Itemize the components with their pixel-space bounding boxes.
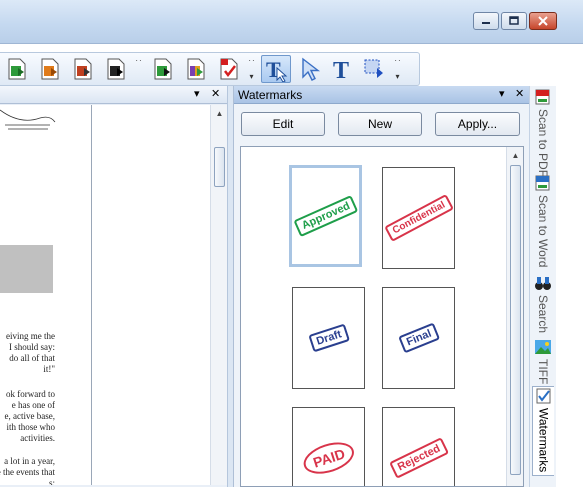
watermarks-panel: Watermarks ▾ ✕ Edit New Apply... Approve… (233, 86, 530, 487)
restore-button[interactable] (501, 12, 527, 30)
document-pane-header: ▾ ✕ (0, 86, 231, 104)
tab-label: Scan to Word (536, 195, 550, 268)
combine-media-button[interactable] (181, 55, 211, 83)
watermark-check-icon (536, 388, 550, 404)
watermarks-panel-title: Watermarks (238, 88, 303, 102)
restore-icon (509, 16, 519, 25)
tab-tiff[interactable]: TIFF (532, 338, 554, 384)
minimize-button[interactable] (473, 12, 499, 30)
watermark-item-confidential[interactable]: Confidential (382, 167, 455, 269)
watermark-item-rejected[interactable]: Rejected (382, 407, 455, 486)
watermark-item-final[interactable]: Final (382, 287, 455, 389)
svg-text:T: T (333, 58, 349, 82)
tiff-image-icon (535, 340, 551, 354)
convert-orange-icon (41, 58, 59, 80)
combine-files-button[interactable] (148, 55, 178, 83)
tab-scan-to-word[interactable]: Scan to Word (532, 174, 554, 267)
watermark-stamp: PAID (299, 436, 358, 480)
document-gray-block (0, 245, 53, 293)
side-tab-bar: Scan to PDF Scan to Word Search TIFF Wat… (529, 86, 556, 487)
convert-to-image-button[interactable] (68, 55, 98, 83)
window-titlebar (0, 0, 583, 44)
scroll-up-arrow-icon[interactable]: ▲ (211, 105, 228, 121)
convert-to-text-button[interactable] (101, 55, 131, 83)
combine-purple-icon (187, 58, 205, 80)
apply-button[interactable]: Apply... (435, 112, 520, 136)
select-tool-button[interactable] (294, 55, 324, 83)
new-button[interactable]: New (338, 112, 422, 136)
tab-label: Search (536, 295, 550, 334)
search-binoculars-icon (535, 277, 551, 290)
window-right-edge (556, 86, 583, 487)
convert-to-excel-button[interactable] (2, 55, 32, 83)
watermarks-list: Approved Confidential Draft Final PAID R… (240, 146, 524, 487)
watermark-stamp: Final (397, 322, 440, 354)
select-arrow-icon (302, 57, 321, 81)
close-window-button[interactable] (529, 12, 557, 30)
tab-watermarks[interactable]: Watermarks (532, 386, 554, 476)
tab-label: Watermarks (536, 408, 551, 473)
document-page: eiving me the I should say: do all of th… (0, 105, 92, 485)
watermark-stamp: Rejected (388, 437, 449, 479)
tab-scan-to-pdf[interactable]: Scan to PDF (532, 88, 554, 177)
select-area-button[interactable] (360, 55, 390, 83)
toolbar-separator: ·· (135, 56, 143, 65)
document-illustration (0, 109, 56, 130)
text-tool-icon: T (333, 58, 349, 82)
combine-green-icon (154, 58, 172, 80)
minimize-icon (482, 22, 490, 24)
text-tool-button[interactable]: T (327, 55, 357, 83)
check-document-button[interactable] (214, 55, 244, 83)
document-paragraph-1: eiving me the I should say: do all of th… (6, 331, 55, 374)
close-icon (538, 16, 548, 26)
caption-buttons (473, 12, 557, 30)
watermarks-menu-dropdown[interactable]: ▾ (499, 87, 505, 100)
document-paragraph-3: a lot in a year, e the events that s: (0, 456, 55, 485)
convert-image-icon (74, 58, 92, 80)
watermark-item-approved[interactable]: Approved (289, 165, 362, 267)
document-margin (92, 105, 210, 485)
scroll-thumb[interactable] (214, 147, 225, 187)
watermark-stamp: Draft (307, 323, 350, 353)
touchup-text-select-icon: T (266, 57, 288, 82)
toolbar-overflow[interactable]: ·· ▾ (393, 55, 403, 83)
scan-word-icon (535, 175, 550, 191)
watermark-stamp: Confidential (383, 194, 454, 242)
tab-label: TIFF (536, 359, 550, 385)
document-pane: ▾ ✕ eiving me the I should say: do all o… (0, 86, 231, 487)
scroll-thumb[interactable] (510, 165, 521, 475)
edit-button[interactable]: Edit (241, 112, 325, 136)
document-paragraph-2: ok forward to e has one of e, active bas… (4, 389, 55, 443)
pane-close-icon[interactable]: ✕ (211, 87, 220, 100)
watermarks-vertical-scrollbar[interactable]: ▲ (506, 147, 523, 486)
watermarks-close-icon[interactable]: ✕ (515, 87, 524, 100)
convert-black-icon (107, 58, 125, 80)
tab-search[interactable]: Search (532, 274, 554, 333)
watermark-item-draft[interactable]: Draft (292, 287, 365, 389)
select-area-icon (364, 59, 383, 78)
main-toolbar: ·· ·· ▾ T T ·· ▾ (0, 52, 420, 86)
tab-label: Scan to PDF (536, 109, 550, 178)
convert-to-ppt-button[interactable] (35, 55, 65, 83)
document-vertical-scrollbar[interactable]: ▲ (210, 105, 227, 485)
convert-green-icon (8, 58, 26, 80)
pane-menu-dropdown[interactable]: ▾ (194, 87, 200, 100)
watermarks-panel-header: Watermarks ▾ ✕ (234, 86, 530, 104)
touchup-text-tool-button[interactable]: T (261, 55, 291, 83)
watermark-item-paid[interactable]: PAID (292, 407, 365, 486)
scan-pdf-icon (535, 89, 550, 105)
scroll-up-arrow-icon[interactable]: ▲ (507, 147, 523, 163)
check-document-icon (220, 58, 238, 80)
watermark-stamp: Approved (292, 194, 359, 238)
toolbar-separator-2: ·· ▾ (248, 56, 256, 81)
